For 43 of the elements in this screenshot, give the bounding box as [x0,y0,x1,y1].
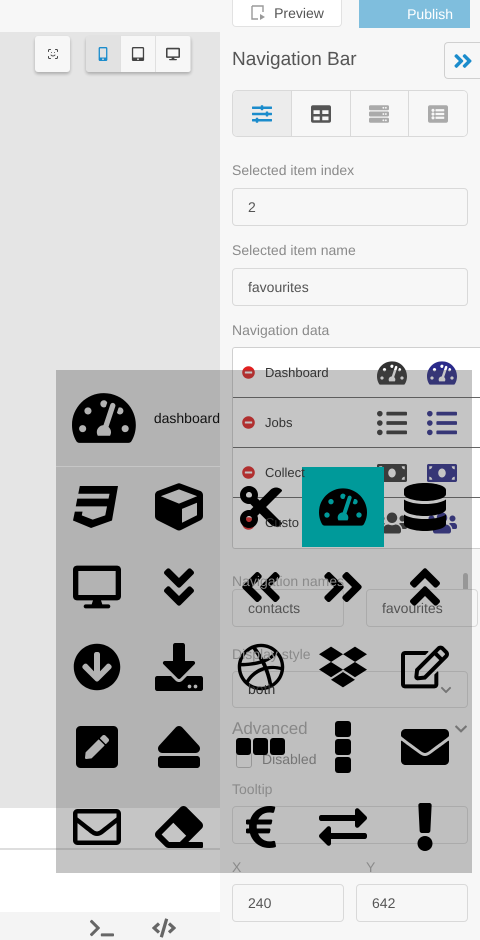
field-label: Selected item index [232,161,354,179]
monitor-icon [166,47,180,61]
device-button[interactable] [156,36,191,72]
download-icon [155,643,203,691]
rows-icon [369,104,390,124]
collapse-button[interactable] [444,42,480,79]
shield-three-icon [73,483,121,531]
remove-icon[interactable] [242,416,255,429]
vertical-dots-icon [335,721,351,773]
remove-icon[interactable] [242,366,255,379]
panel-title: Navigation Bar [232,48,357,72]
field-label: Selected item name [232,241,356,259]
list-icon [428,104,448,124]
navigation-item-name: Jobs [265,414,292,430]
checkbox-label: Disabled [262,750,316,769]
icon-name: dashboard [154,408,220,428]
preview-button[interactable]: Preview [232,0,342,27]
navigation-name-field[interactable]: contacts [232,589,344,627]
navigation-item-name: Dashboard [265,364,329,380]
edit-icon [401,643,449,691]
sliders-icon [252,104,272,124]
x-field[interactable]: 240 [232,884,344,922]
navigation-row[interactable]: Dashboard [233,348,480,398]
code-icon[interactable] [152,916,176,940]
screenshot-button[interactable] [35,36,70,72]
tablet-icon [131,47,145,61]
field-label: Navigation data [232,321,330,339]
cube-icon [155,483,203,531]
navigation-name-field[interactable]: favourites [366,589,478,627]
preview-icon [250,5,266,21]
device-button[interactable] [121,36,156,72]
database-icon [401,483,449,531]
layout-icon [310,104,331,124]
y-field[interactable]: 642 [356,884,468,922]
eraser-icon [155,803,203,851]
eject-icon [155,723,203,771]
name-field[interactable]: favourites [232,268,468,306]
panel-tab[interactable] [233,91,292,136]
remove-icon[interactable] [242,466,255,479]
navigation-row[interactable]: Jobs [233,398,480,448]
index-field[interactable]: 2 [232,188,468,226]
phone-icon [96,47,110,61]
monitor-icon [73,563,121,611]
